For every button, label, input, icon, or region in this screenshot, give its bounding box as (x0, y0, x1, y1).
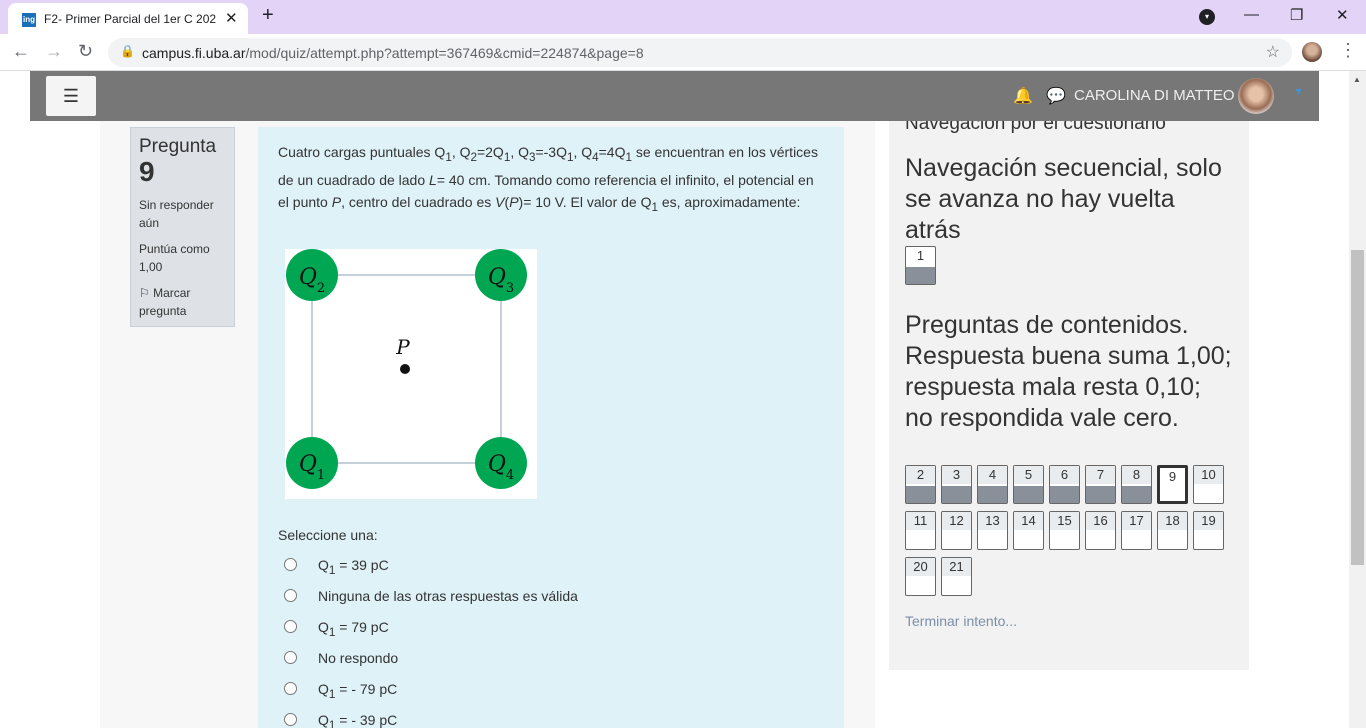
radio-button[interactable] (284, 558, 297, 571)
charges-figure: Q2 Q3 Q1 Q4 P (285, 249, 537, 499)
bookmark-star-icon[interactable]: ☆ (1266, 42, 1280, 62)
user-menu-caret-icon[interactable]: ▼ (1293, 86, 1304, 98)
section2-title: Preguntas de contenidos. Respuesta buena… (905, 311, 1232, 432)
quiz-nav-button-9-current[interactable]: 9 (1157, 465, 1188, 504)
reload-icon[interactable]: ↻ (78, 41, 93, 62)
quiz-nav-button-1[interactable]: 1 (905, 246, 936, 285)
quiz-nav-button-13[interactable]: 13 (977, 511, 1008, 550)
quiz-nav-button-12[interactable]: 12 (941, 511, 972, 550)
quiz-nav-button-6[interactable]: 6 (1049, 465, 1080, 504)
minimize-icon[interactable]: — (1244, 6, 1259, 23)
profile-avatar[interactable] (1302, 42, 1322, 62)
tab-search-icon[interactable]: ▾ (1199, 9, 1215, 25)
quiz-nav-button-21[interactable]: 21 (941, 557, 972, 596)
select-one-label: Seleccione una: (278, 527, 378, 543)
radio-button[interactable] (284, 682, 297, 695)
quiz-nav-button-5[interactable]: 5 (1013, 465, 1044, 504)
quiz-nav-button-16[interactable]: 16 (1085, 511, 1116, 550)
question-text: Cuatro cargas puntuales Q1, Q2=2Q1, Q3=-… (278, 144, 818, 214)
question-state: Sin responder aún (139, 198, 214, 230)
restore-icon[interactable]: ❐ (1290, 6, 1303, 24)
quiz-nav-button-18[interactable]: 18 (1157, 511, 1188, 550)
url-path: /mod/quiz/attempt.php?attempt=367469&cmi… (245, 45, 644, 61)
quiz-nav-button-14[interactable]: 14 (1013, 511, 1044, 550)
quiz-nav-button-19[interactable]: 19 (1193, 511, 1224, 550)
flag-icon: ⚐ (139, 286, 154, 300)
quiz-nav-button-11[interactable]: 11 (905, 511, 936, 550)
notifications-bell-icon[interactable]: 🔔 (1013, 86, 1033, 106)
radio-button[interactable] (284, 713, 297, 726)
point-p (400, 364, 410, 374)
new-tab-icon[interactable]: + (262, 4, 274, 27)
quiz-nav-button-15[interactable]: 15 (1049, 511, 1080, 550)
quiz-nav-button-3[interactable]: 3 (941, 465, 972, 504)
question-number: 9 (139, 156, 155, 187)
question-score: Puntúa como 1,00 (139, 242, 210, 274)
flag-question-link[interactable]: ⚐ Marcar pregunta (139, 284, 226, 320)
page-content: Pregunta 9 Sin responder aún Puntúa como… (0, 71, 1366, 728)
browser-tab-bar: ing F2- Primer Parcial del 1er C 2021 ✕ … (0, 0, 1366, 34)
site-favicon-icon: ing (22, 13, 36, 27)
quiz-nav-button-20[interactable]: 20 (905, 557, 936, 596)
forward-icon[interactable]: → (45, 41, 63, 62)
question-info-panel: Pregunta 9 Sin responder aún Puntúa como… (130, 127, 235, 327)
quiz-nav-button-7[interactable]: 7 (1085, 465, 1116, 504)
quiz-nav-button-4[interactable]: 4 (977, 465, 1008, 504)
quiz-nav-button-10[interactable]: 10 (1193, 465, 1224, 504)
menu-toggle-icon[interactable]: ☰ (46, 76, 96, 116)
close-window-icon[interactable]: ✕ (1336, 6, 1349, 24)
browser-menu-icon[interactable]: ⋮ (1339, 40, 1357, 61)
quiz-nav-button-17[interactable]: 17 (1121, 511, 1152, 550)
user-avatar[interactable] (1238, 78, 1274, 114)
quiz-nav-button-2[interactable]: 2 (905, 465, 936, 504)
question-content: Cuatro cargas puntuales Q1, Q2=2Q1, Q3=-… (258, 127, 844, 728)
url-host: campus.fi.uba.ar (142, 45, 246, 61)
finish-attempt-link[interactable]: Terminar intento... (905, 613, 1017, 629)
radio-button[interactable] (284, 589, 297, 602)
user-name[interactable]: CAROLINA DI MATTEO (1074, 87, 1235, 104)
point-label-p: P (395, 335, 410, 359)
quiz-nav-button-8[interactable]: 8 (1121, 465, 1152, 504)
back-icon[interactable]: ← (12, 41, 30, 62)
close-tab-icon[interactable]: ✕ (225, 9, 238, 27)
tab-title: F2- Primer Parcial del 1er C 2021 (44, 12, 216, 26)
quiz-navigation-panel: Navegación por el cuestionario Navegació… (889, 111, 1249, 670)
browser-tab[interactable]: ing F2- Primer Parcial del 1er C 2021 ✕ (8, 3, 248, 34)
section1-title: Navegación secuencial, solo se avanza no… (905, 154, 1222, 244)
site-navbar: ☰ 🔔 💬 CAROLINA DI MATTEO ▼ (30, 71, 1319, 121)
scrollbar-thumb[interactable] (1351, 250, 1364, 565)
radio-button[interactable] (284, 651, 297, 664)
lock-icon: 🔒 (120, 44, 135, 58)
question-label: Pregunta (139, 136, 217, 157)
scroll-up-arrow-icon[interactable]: ▲ (1353, 75, 1361, 84)
url-field[interactable]: 🔒 campus.fi.uba.ar/mod/quiz/attempt.php?… (108, 38, 1292, 67)
radio-button[interactable] (284, 620, 297, 633)
address-bar-row: ← → ↻ 🔒 campus.fi.uba.ar/mod/quiz/attemp… (0, 34, 1366, 71)
messages-chat-icon[interactable]: 💬 (1046, 86, 1066, 106)
